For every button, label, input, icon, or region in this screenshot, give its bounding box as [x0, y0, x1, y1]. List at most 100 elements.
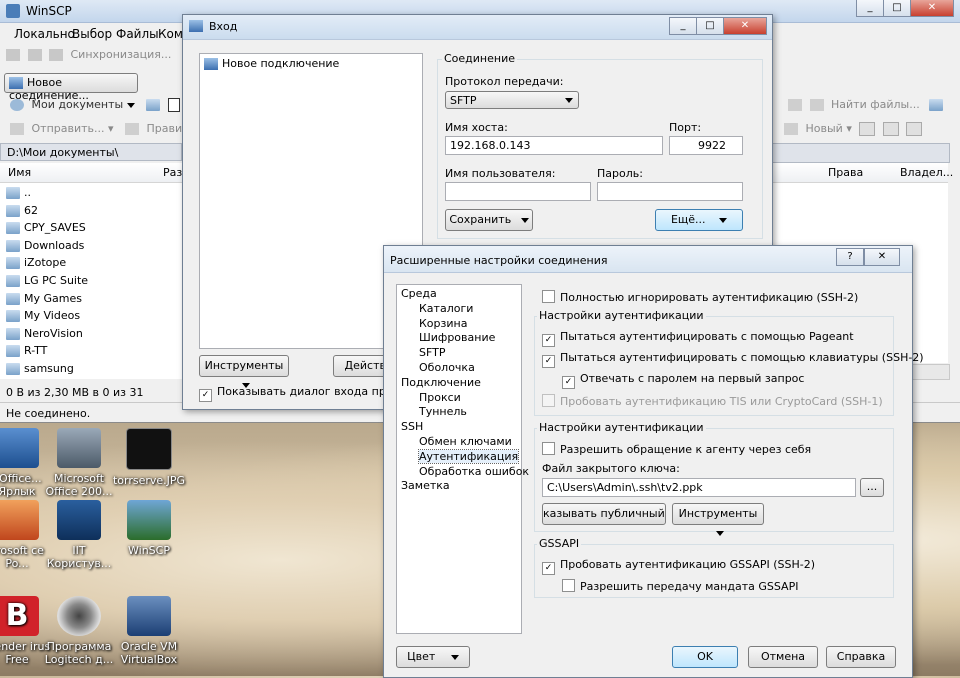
iit-user-icon	[57, 500, 101, 540]
site-item-new[interactable]: Новое подключение	[204, 57, 339, 70]
tree-item[interactable]: Аутентификация	[417, 448, 520, 464]
file-row[interactable]: My Videos	[6, 309, 80, 323]
file-row[interactable]: NeroVision	[6, 327, 83, 340]
col-name[interactable]: Имя	[8, 166, 31, 179]
help-button[interactable]: Справка	[826, 646, 896, 668]
plus-icon[interactable]	[859, 122, 876, 136]
actions-button[interactable]: Действ	[333, 355, 389, 377]
bypass-auth-checkbox[interactable]: Полностью игнорировать аутентификацию (S…	[542, 290, 858, 304]
file-row[interactable]: R-TT	[6, 344, 48, 358]
close-button[interactable]: ✕	[910, 0, 954, 17]
checkbox-box: ✓	[199, 389, 212, 402]
send-button[interactable]: Отправить...	[32, 122, 105, 135]
filter-icon[interactable]	[167, 98, 180, 112]
tree-item[interactable]: Обмен ключами	[419, 435, 512, 448]
save-button[interactable]: Сохранить	[445, 209, 533, 231]
tree-item[interactable]: Оболочка	[419, 361, 475, 374]
password-input[interactable]	[597, 182, 743, 201]
tree-item[interactable]: Обработка ошибок	[419, 465, 529, 478]
port-input[interactable]: 9922	[669, 136, 743, 155]
menu-local[interactable]: Локально	[14, 27, 75, 41]
tree-item[interactable]: Туннель	[419, 405, 467, 418]
file-row[interactable]: ..	[6, 186, 31, 199]
gssapi-delegation-checkbox[interactable]: Разрешить передачу мандата GSSAPI	[562, 579, 798, 593]
file-row[interactable]: samsung	[6, 362, 74, 375]
tree-item[interactable]: Заметка	[401, 479, 450, 492]
username-input[interactable]	[445, 182, 591, 201]
desktop-icon-logitech[interactable]: Программа Logitech д...	[40, 596, 118, 666]
keyboard-auth-checkbox[interactable]: ✓ Пытаться аутентифицировать с помощью кл…	[542, 351, 924, 368]
col-size[interactable]: Раз	[163, 166, 182, 179]
minimize-button[interactable]: _	[856, 0, 884, 17]
desktop-icon-virtualbox[interactable]: Oracle VM VirtualBox	[110, 596, 188, 666]
desktop-icon-msoffice[interactable]: Microsoft Office 200...	[40, 428, 118, 498]
login-close-button[interactable]: ✕	[723, 17, 767, 35]
more-button[interactable]: Ещё...	[655, 209, 743, 231]
tree-item[interactable]: Каталоги	[419, 302, 473, 315]
tree-item[interactable]: Прокси	[419, 391, 461, 404]
browse-key-button[interactable]: ...	[860, 478, 884, 497]
file-name: R-TT	[24, 344, 48, 358]
sync-label[interactable]: Синхронизация...	[71, 48, 172, 61]
ok-button[interactable]: OK	[672, 646, 738, 668]
desktop-icon-torrserve[interactable]: torrserve.JPG	[110, 428, 188, 487]
agent-forwarding-label: Разрешить обращение к агенту через себя	[560, 443, 812, 456]
minus-icon[interactable]	[882, 122, 899, 136]
checkbox-box: ✓	[542, 334, 555, 347]
find-files-button[interactable]: Найти файлы...	[831, 98, 920, 111]
menu-select[interactable]: Выбор	[72, 27, 112, 41]
col-owner[interactable]: Владел...	[900, 166, 953, 179]
agent-forwarding-checkbox[interactable]: Разрешить обращение к агенту через себя	[542, 442, 811, 456]
tree-item[interactable]: Шифрование	[419, 331, 495, 344]
file-row[interactable]: iZotope	[6, 256, 66, 270]
help-question-button[interactable]: ?	[836, 248, 864, 266]
settings-tree[interactable]: Среда Каталоги Корзина Шифрование SFTP Оболоч…	[396, 284, 529, 634]
respond-password-checkbox[interactable]: ✓ Отвечать с паролем на первый запрос	[562, 372, 804, 389]
file-row[interactable]: Downloads	[6, 239, 84, 252]
file-row[interactable]: LG PC Suite	[6, 274, 88, 287]
desktop-icon-iit[interactable]: IIT Користув...	[40, 500, 118, 570]
new-button[interactable]: Новый	[806, 122, 843, 135]
col-rights[interactable]: Права	[828, 166, 863, 179]
protocol-value: SFTP	[450, 94, 477, 107]
tree-item[interactable]: SSH	[401, 420, 423, 433]
file-row[interactable]: My Games	[6, 292, 82, 305]
color-button[interactable]: Цвет	[396, 646, 470, 668]
new-connection-button[interactable]: Новое соединение...	[4, 73, 138, 102]
advanced-close-button[interactable]: ✕	[864, 248, 900, 266]
tree-item[interactable]: Корзина	[419, 317, 467, 330]
advanced-titlebar: Расширенные настройки соединения ? ✕	[384, 246, 912, 273]
host-label: Имя хоста:	[445, 121, 508, 134]
cancel-button[interactable]: Отмена	[748, 646, 818, 668]
private-key-input[interactable]: C:\Users\Admin\.ssh\tv2.ppk	[542, 478, 856, 497]
tis-auth-checkbox[interactable]: Пробовать аутентификацию TIS или CryptoC…	[542, 394, 883, 408]
tree-item[interactable]: Среда	[401, 287, 437, 300]
tools-button[interactable]: Инструменты	[199, 355, 289, 388]
tree-item[interactable]: Подключение	[401, 376, 481, 389]
host-input[interactable]: 192.168.0.143	[445, 136, 663, 155]
path-combo[interactable]: Мои документы	[32, 98, 124, 111]
show-public-key-button[interactable]: казывать публичный клю	[542, 503, 666, 525]
checkbox-box	[542, 290, 555, 303]
file-row[interactable]: CPY_SAVES	[6, 221, 86, 235]
auth-params-group-label: Настройки аутентификации	[537, 421, 706, 434]
login-maximize-button[interactable]: □	[696, 17, 724, 35]
winscp-icon	[127, 500, 171, 540]
maximize-button[interactable]: □	[883, 0, 911, 17]
documents-icon	[10, 99, 24, 111]
protocol-select[interactable]: SFTP	[445, 91, 579, 109]
desktop-icon-winscp[interactable]: WinSCP	[110, 500, 188, 557]
file-row[interactable]: 62	[6, 204, 38, 217]
login-minimize-button[interactable]: _	[669, 17, 697, 35]
filter-icon[interactable]	[906, 122, 923, 136]
bookmark-icon[interactable]	[929, 99, 944, 111]
monitor-icon	[9, 77, 23, 89]
chevron-down-icon[interactable]	[126, 103, 135, 108]
pageant-checkbox[interactable]: ✓ Пытаться аутентифицировать с помощью Pa…	[542, 330, 854, 347]
menu-files[interactable]: Файлы	[116, 27, 159, 41]
file-name: 62	[24, 203, 38, 217]
key-tools-button[interactable]: Инструменты	[672, 503, 764, 536]
tree-item[interactable]: SFTP	[419, 346, 445, 359]
open-folder-icon[interactable]	[146, 99, 161, 111]
gssapi-checkbox[interactable]: ✓ Пробовать аутентификацию GSSAPI (SSH-2)	[542, 558, 815, 575]
